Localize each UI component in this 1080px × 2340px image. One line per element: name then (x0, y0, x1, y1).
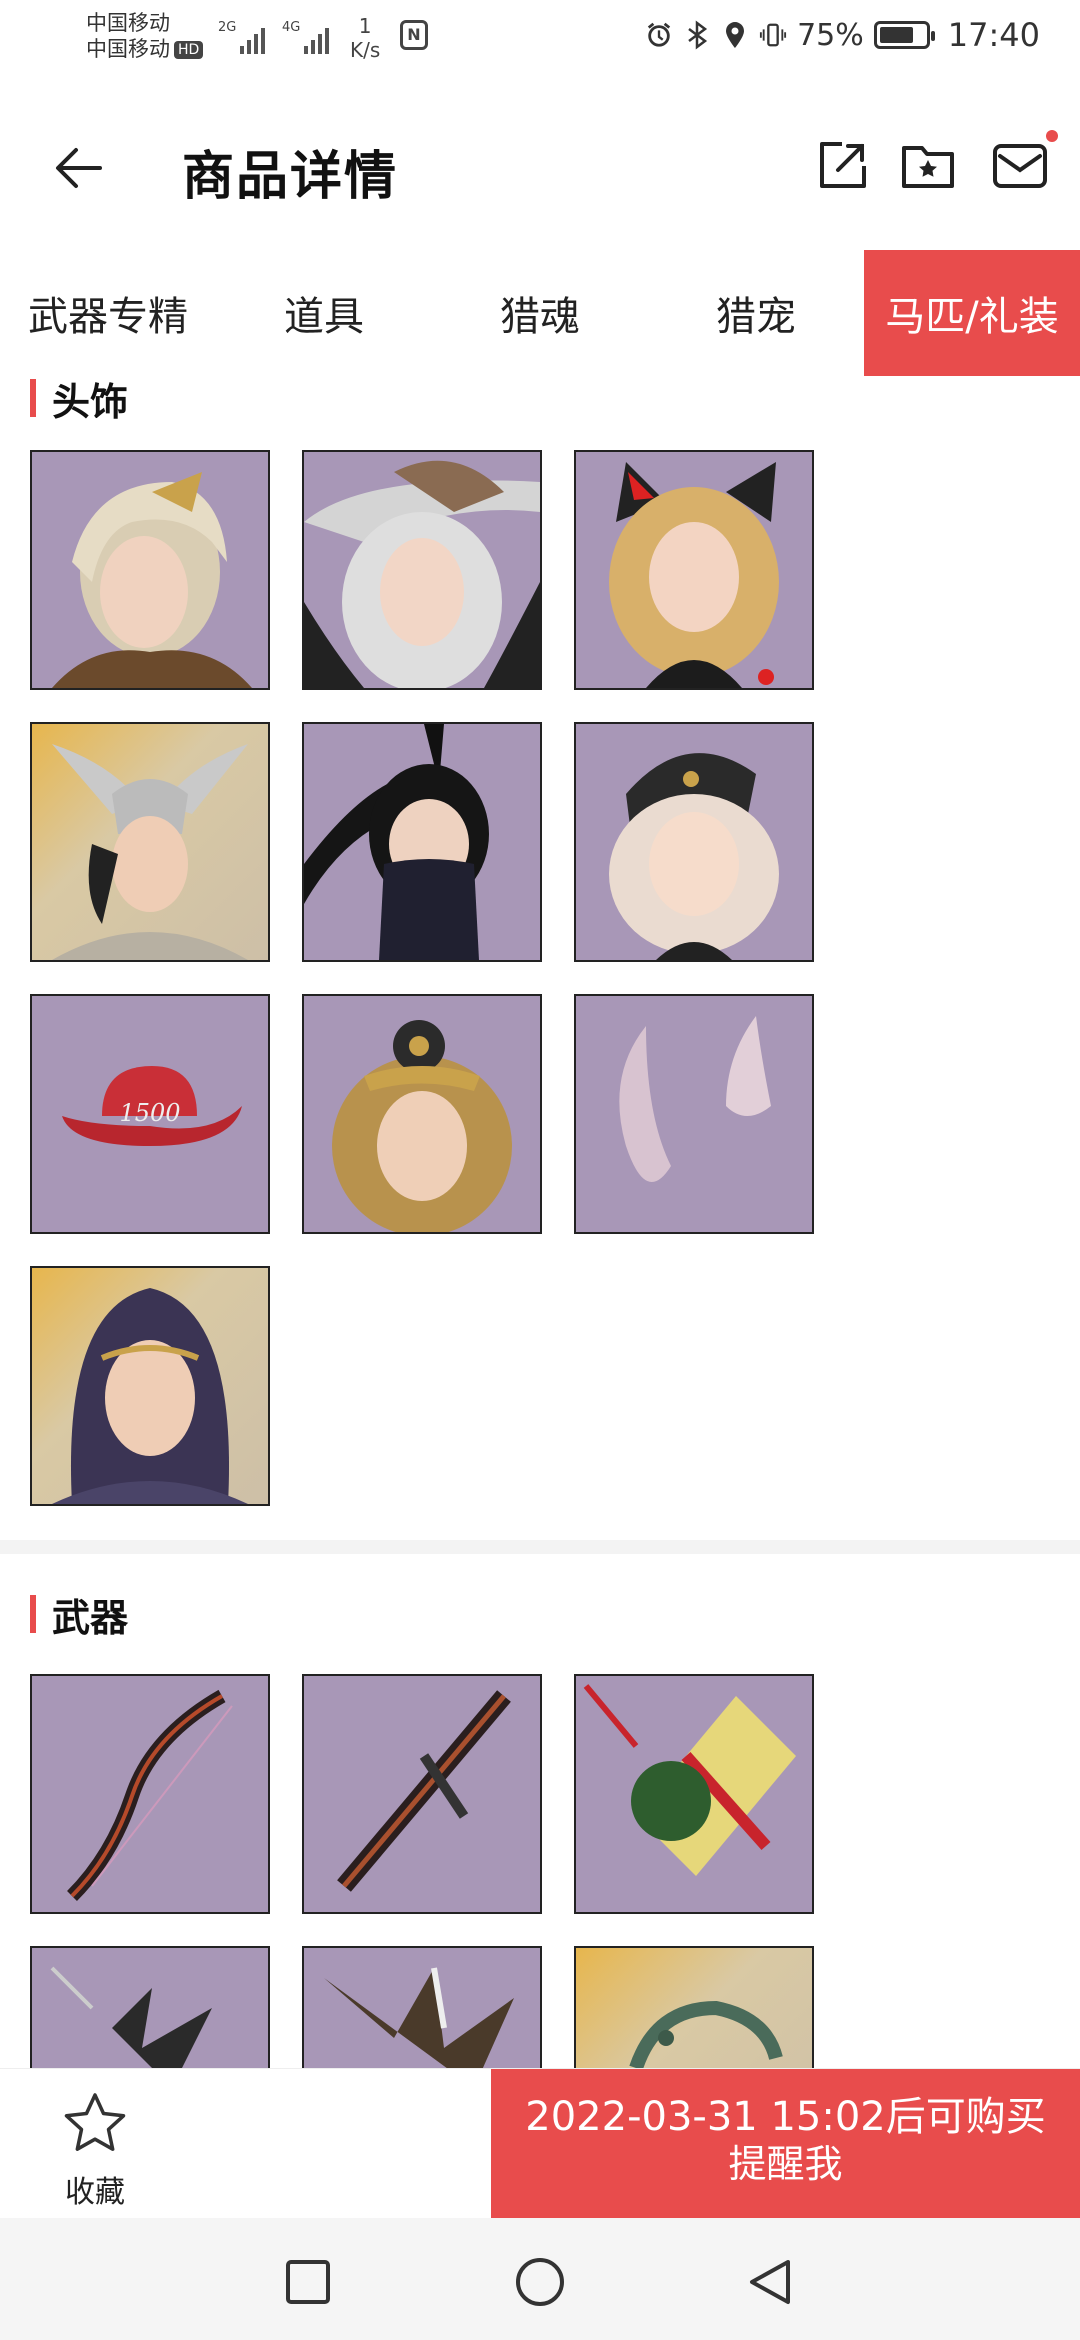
red-cowboy-hat-headwear-icon: 1500 (62, 1066, 242, 1146)
white-hat-headwear-icon (304, 460, 540, 688)
battery-percent: 75% (797, 17, 864, 53)
carrier-2: 中国移动 (86, 37, 170, 61)
dark-bow-weapon-icon (67, 1689, 233, 1901)
share-icon[interactable] (814, 138, 870, 194)
nfc-icon: N (400, 20, 428, 50)
item-card-laurel-hair[interactable] (30, 450, 270, 690)
section-accent (30, 1595, 36, 1633)
vibrate-icon (759, 20, 787, 50)
folder-star-icon[interactable] (900, 138, 956, 194)
system-nav-bar (0, 2218, 1080, 2340)
signal-2-label: 4G (282, 20, 301, 35)
app-bar: 商品详情 (0, 84, 1080, 252)
item-card-red-cowboy-hat[interactable]: 1500 (30, 994, 270, 1234)
net-speed-unit: K/s (350, 38, 381, 62)
item-card-spiked-axe[interactable] (302, 1946, 542, 2068)
spiked-axe-weapon-icon (324, 1967, 514, 2068)
tab-label: 道具 (284, 294, 364, 340)
item-card-dark-crossbow[interactable] (302, 1674, 542, 1914)
page-title: 商品详情 (182, 147, 399, 207)
section-header-headwear: 头饰 (30, 376, 128, 424)
home-icon[interactable] (514, 2256, 566, 2308)
signal-1-icon: 2G (218, 20, 265, 54)
item-card-christmas-gift[interactable] (574, 1674, 814, 1914)
winged-helmet-headwear-icon (52, 744, 248, 960)
item-card-spiked-blade[interactable] (30, 1946, 270, 2068)
tab-label: 马匹/礼装 (885, 294, 1059, 340)
item-card-dark-bow[interactable] (30, 1674, 270, 1914)
tab-hunting-soul[interactable]: 猎魂 (432, 250, 648, 376)
serpent-blade-weapon-icon (629, 2000, 783, 2068)
item-card-horn-ears[interactable] (574, 994, 814, 1234)
content-area[interactable]: 头饰 1500 武器 (0, 376, 1080, 2068)
dark-crossbow-weapon-icon (337, 1690, 511, 1892)
section-accent (30, 379, 36, 417)
tab-mounts-costumes[interactable]: 马匹/礼装 (864, 250, 1080, 376)
battery-icon (873, 21, 935, 49)
mail-icon[interactable] (992, 138, 1048, 194)
buy-time-label: 2022-03-31 15:02后可购买 (525, 2094, 1046, 2140)
military-cap-headwear-icon (609, 753, 779, 960)
ninja-mask-headwear-icon (304, 724, 489, 960)
signal-1-label: 2G (218, 20, 237, 35)
item-card-military-cap[interactable] (574, 722, 814, 962)
remind-me-button[interactable]: 2022-03-31 15:02后可购买 提醒我 (491, 2069, 1080, 2219)
item-card-flower-crown[interactable] (302, 994, 542, 1234)
notification-dot (1046, 130, 1058, 142)
hooded-circlet-headwear-icon (52, 1288, 248, 1504)
recent-apps-icon[interactable] (282, 2256, 334, 2308)
section-header-weapons: 武器 (30, 1592, 128, 1640)
item-card-hooded-circlet[interactable] (30, 1266, 270, 1506)
tab-pets[interactable]: 猎宠 (648, 250, 864, 376)
tab-label: 猎魂 (500, 294, 580, 340)
item-card-winged-helmet[interactable] (30, 722, 270, 962)
section-divider (0, 1540, 1080, 1554)
carrier-1: 中国移动 (86, 11, 170, 35)
back-icon[interactable] (744, 2256, 796, 2308)
clock: 17:40 (947, 16, 1040, 54)
section-title: 武器 (52, 1595, 129, 1640)
section-title: 头饰 (52, 379, 129, 424)
laurel-hair-headwear-icon (52, 472, 252, 688)
horn-ears-headwear-icon (619, 1016, 771, 1182)
tab-label: 武器专精 (28, 294, 188, 340)
hd-badge: HD (174, 41, 204, 59)
christmas-gift-weapon-icon (583, 1684, 796, 1876)
favorite-label: 收藏 (65, 2175, 125, 2210)
net-speed-value: 1 (358, 14, 372, 38)
signal-2-icon: 4G (282, 20, 329, 54)
tab-weapon-mastery[interactable]: 武器专精 (0, 250, 216, 376)
status-bar: 中国移动 中国移动 HD 2G 4G 1 K/s N 75% 17:40 (0, 0, 1080, 84)
bottom-action-bar: 收藏 2022-03-31 15:02后可购买 提醒我 (0, 2068, 1080, 2219)
item-card-cat-ear[interactable] (574, 450, 814, 690)
category-tabs: 武器专精 道具 猎魂 猎宠 马匹/礼装 (0, 250, 1080, 377)
back-arrow-icon[interactable] (48, 136, 112, 200)
flower-crown-headwear-icon (332, 1020, 512, 1232)
item-card-white-hat[interactable] (302, 450, 542, 690)
carrier-info: 中国移动 中国移动 HD (86, 10, 204, 62)
hat-number: 1500 (119, 1099, 180, 1127)
tab-label: 猎宠 (716, 294, 796, 340)
item-card-serpent-blade[interactable] (574, 1946, 814, 2068)
tab-items[interactable]: 道具 (216, 250, 432, 376)
remind-label: 提醒我 (728, 2142, 843, 2186)
star-icon (64, 2093, 126, 2151)
net-speed: 1 K/s (350, 14, 380, 62)
bluetooth-icon (683, 20, 711, 50)
alarm-icon (645, 20, 673, 50)
item-card-ninja-mask[interactable] (302, 722, 542, 962)
cat-ear-headwear-icon (609, 462, 779, 688)
favorite-button[interactable]: 收藏 (40, 2089, 150, 2211)
spiked-blade-weapon-icon (50, 1966, 212, 2068)
location-icon (721, 20, 749, 50)
